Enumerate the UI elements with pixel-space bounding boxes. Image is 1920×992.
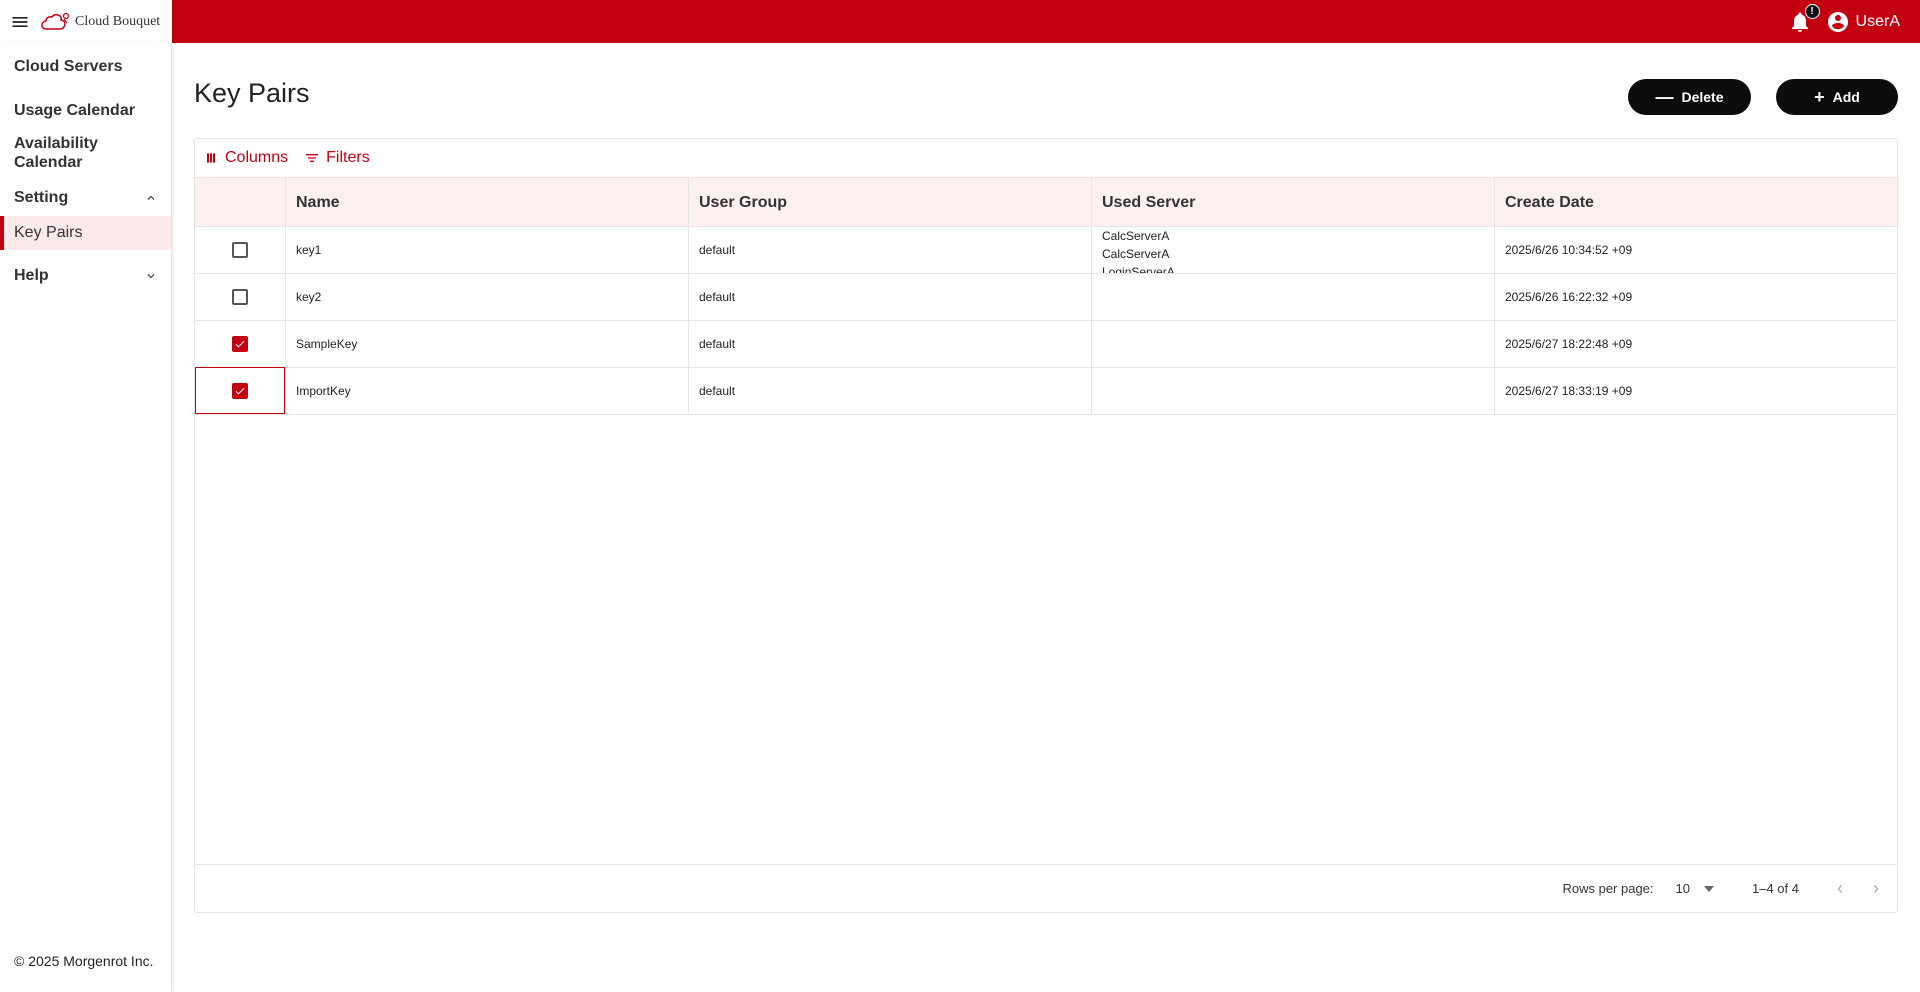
next-page-icon[interactable]: › (1869, 878, 1883, 898)
menu-icon[interactable] (0, 0, 40, 43)
cell-create-date: 2025/6/27 18:33:19 +09 (1494, 368, 1897, 414)
columns-icon (207, 153, 215, 163)
row-select-cell (195, 321, 285, 367)
row-select-cell (195, 274, 285, 320)
column-header-used-server[interactable]: Used Server (1091, 178, 1494, 227)
cell-user-group: default (688, 321, 1091, 367)
previous-page-icon[interactable]: ‹ (1833, 878, 1847, 898)
cell-create-date: 2025/6/26 16:22:32 +09 (1494, 274, 1897, 320)
app-logo[interactable]: Cloud Bouquet (40, 11, 160, 33)
header-select-cell (195, 178, 285, 227)
app-name: Cloud Bouquet (75, 13, 161, 29)
columns-button[interactable]: Columns (203, 149, 288, 167)
sidebar-item-usage-calendar[interactable]: Usage Calendar (0, 101, 172, 120)
column-header-create-date[interactable]: Create Date (1494, 178, 1897, 227)
row-select-cell (195, 227, 285, 273)
sidebar-group-help[interactable]: Help (0, 264, 172, 288)
delete-button[interactable]: — Delete (1628, 79, 1751, 115)
sidebar-group-setting[interactable]: Setting (0, 186, 172, 210)
chevron-up-icon (147, 195, 155, 200)
chevron-down-icon (147, 274, 155, 279)
table-row[interactable]: key2 default 2025/6/26 16:22:32 +09 (195, 274, 1897, 321)
filters-label: Filters (326, 149, 370, 166)
sidebar-item-key-pairs[interactable]: Key Pairs (0, 216, 171, 250)
column-header-user-group[interactable]: User Group (688, 178, 1091, 227)
filters-button[interactable]: Filters (304, 149, 370, 167)
cell-used-server: CalcServerA CalcServerA LoginServerA (1091, 227, 1494, 273)
cell-user-group: default (688, 274, 1091, 320)
key-pairs-table: Columns Filters Name User Group Used Ser… (194, 138, 1898, 913)
cell-name: key2 (285, 274, 688, 320)
row-checkbox-checked[interactable] (232, 382, 248, 399)
cell-user-group: default (688, 368, 1091, 414)
filter-icon (306, 154, 319, 162)
server-name: LoginServerA (1102, 265, 1175, 273)
row-checkbox[interactable] (232, 289, 248, 305)
page-title: Key Pairs (194, 78, 310, 108)
copyright: © 2025 Morgenrot Inc. (14, 953, 154, 969)
row-select-cell (195, 367, 285, 414)
cell-name: ImportKey (285, 368, 688, 414)
account-circle-icon (1827, 11, 1848, 32)
cell-user-group: default (688, 227, 1091, 273)
table-header: Name User Group Used Server Create Date (195, 177, 1897, 227)
brand-area: Cloud Bouquet (0, 0, 172, 43)
notification-bell-icon[interactable]: ! (1788, 3, 1820, 34)
cell-name: key1 (285, 227, 688, 273)
table-row[interactable]: key1 default CalcServerA CalcServerA Log… (195, 227, 1897, 274)
cell-create-date: 2025/6/26 10:34:52 +09 (1494, 227, 1897, 273)
cell-used-server (1091, 368, 1494, 414)
server-name: CalcServerA (1102, 247, 1170, 261)
cell-used-server (1091, 274, 1494, 320)
minus-icon: — (1655, 87, 1674, 107)
add-button[interactable]: + Add (1776, 79, 1898, 115)
cloud-logo-icon (41, 12, 70, 30)
grid-toolbar: Columns Filters (203, 148, 370, 168)
table-row[interactable]: SampleKey default 2025/6/27 18:22:48 +09 (195, 321, 1897, 368)
user-menu[interactable]: UserA (1826, 10, 1900, 34)
rows-per-page-label: Rows per page: (1562, 881, 1654, 896)
sidebar-item-availability-calendar[interactable]: Availability Calendar (0, 134, 172, 172)
columns-label: Columns (225, 149, 289, 166)
delete-button-label: Delete (1681, 89, 1724, 105)
column-header-name[interactable]: Name (285, 178, 688, 227)
cell-create-date: 2025/6/27 18:22:48 +09 (1494, 321, 1897, 367)
rows-per-page-select[interactable]: 10 (1676, 881, 1714, 896)
table-row[interactable]: ImportKey default 2025/6/27 18:33:19 +09 (195, 367, 1897, 415)
notification-badge: ! (1804, 3, 1820, 19)
sidebar: Cloud Servers Usage Calendar Availabilit… (0, 43, 172, 992)
top-app-bar: Cloud Bouquet ! UserA (0, 0, 1920, 43)
cell-name: SampleKey (285, 321, 688, 367)
server-name: CalcServerA (1102, 229, 1170, 243)
sidebar-group-label: Setting (14, 189, 69, 206)
pagination-range: 1–4 of 4 (1752, 881, 1799, 896)
checkmark-icon (235, 387, 245, 394)
dropdown-arrow-icon (1704, 885, 1714, 892)
cell-used-server (1091, 321, 1494, 367)
add-button-label: Add (1832, 89, 1860, 105)
sidebar-group-label: Help (14, 267, 49, 284)
sidebar-item-cloud-servers[interactable]: Cloud Servers (0, 57, 172, 76)
row-checkbox[interactable] (232, 242, 248, 258)
plus-icon: + (1814, 87, 1825, 107)
rows-per-page-value: 10 (1675, 881, 1690, 896)
user-name: UserA (1855, 12, 1900, 30)
table-pagination: Rows per page: 10 1–4 of 4 ‹ › (195, 864, 1897, 912)
row-checkbox-checked[interactable] (232, 336, 248, 352)
checkmark-icon (235, 340, 245, 348)
